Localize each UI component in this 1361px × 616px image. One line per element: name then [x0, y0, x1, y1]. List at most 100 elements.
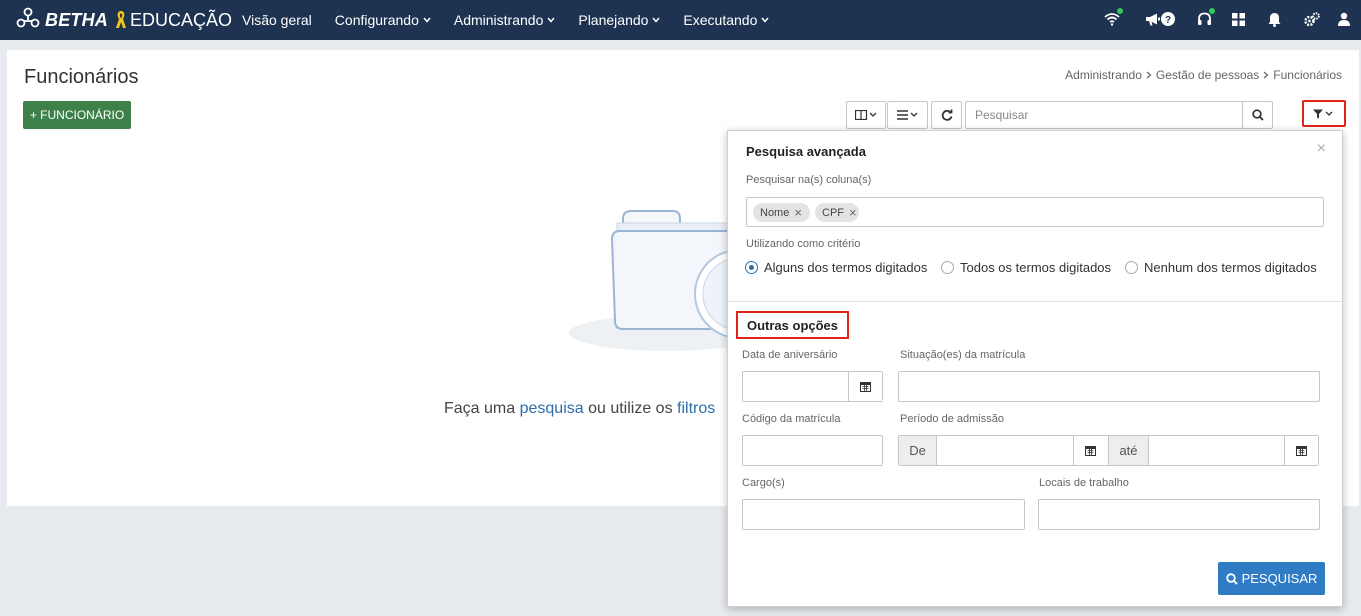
radio-circle	[941, 261, 954, 274]
to-addon: até	[1108, 436, 1149, 465]
nav-administrando[interactable]: Administrando	[454, 12, 556, 28]
apps-grid-icon[interactable]	[1229, 10, 1247, 28]
page-title: Funcionários	[24, 66, 139, 88]
search-input[interactable]	[966, 102, 1236, 128]
nav-label: Visão geral	[242, 12, 312, 28]
radio-label: Alguns dos termos digitados	[764, 260, 928, 275]
criteria-all-radio[interactable]: Todos os termos digitados	[941, 260, 1111, 275]
enrollment-code-input[interactable]	[743, 436, 882, 465]
status-dot	[1209, 8, 1215, 14]
advanced-filter-button[interactable]	[1302, 100, 1346, 127]
admission-from-input[interactable]	[938, 436, 1073, 465]
empty-state-message: Faça uma pesquisa ou utilize os filtros	[444, 400, 715, 418]
chevron-down-icon	[547, 17, 555, 23]
criteria-label: Utilizando como critério	[746, 238, 861, 250]
headset-icon[interactable]	[1195, 8, 1215, 28]
positions-input[interactable]	[743, 500, 1024, 529]
chevron-down-icon	[423, 17, 431, 23]
nav-visao-geral[interactable]: Visão geral	[242, 12, 312, 28]
chevron-down-icon	[761, 17, 769, 23]
admission-period-field: De até	[898, 435, 1319, 466]
status-dot	[1117, 8, 1123, 14]
refresh-icon	[941, 109, 952, 121]
birthday-field	[742, 371, 883, 402]
button-label: PESQUISAR	[1241, 571, 1318, 586]
nav-planejando[interactable]: Planejando	[578, 12, 660, 28]
tag-label: Nome	[760, 206, 790, 219]
svg-text:?: ?	[1165, 15, 1171, 26]
search-icon	[1225, 572, 1238, 585]
ribbon-icon	[116, 11, 126, 28]
breadcrumb-item[interactable]: Administrando	[1065, 68, 1142, 82]
calendar-icon[interactable]	[1284, 436, 1318, 465]
tag-label: CPF	[822, 206, 844, 219]
birthday-label: Data de aniversário	[742, 349, 838, 361]
nav-label: Administrando	[453, 12, 544, 28]
settings-icon[interactable]	[1303, 10, 1321, 28]
search-button[interactable]	[1242, 102, 1272, 128]
breadcrumb-item: Funcionários	[1273, 68, 1342, 82]
enrollment-status-input[interactable]	[899, 372, 1319, 401]
product-name: EDUCAÇÃO	[130, 9, 233, 30]
chevron-down-icon	[652, 17, 660, 23]
help-icon[interactable]: ?	[1159, 10, 1177, 28]
nav-label: Configurando	[334, 12, 419, 28]
workplaces-input[interactable]	[1039, 500, 1319, 529]
empty-text: ou utilize os	[583, 400, 678, 417]
filter-icon	[1313, 109, 1333, 118]
divider	[728, 301, 1342, 302]
bell-icon[interactable]	[1265, 10, 1283, 28]
positions-field	[742, 499, 1025, 530]
nav-configurando[interactable]: Configurando	[335, 12, 431, 28]
chevron-right-icon	[1263, 71, 1269, 79]
positions-label: Cargo(s)	[742, 477, 785, 489]
list-view-button[interactable]	[887, 101, 928, 129]
remove-tag-icon[interactable]: ×	[849, 205, 857, 220]
criteria-some-radio[interactable]: Alguns dos termos digitados	[745, 260, 927, 275]
list-icon	[896, 110, 917, 120]
workplaces-label: Locais de trabalho	[1039, 477, 1129, 489]
breadcrumb: Administrando Gestão de pessoas Funcioná…	[1065, 68, 1342, 82]
other-options-title: Outras opções	[736, 311, 849, 339]
advanced-search-popover: × Pesquisa avançada Pesquisar na(s) colu…	[727, 130, 1343, 607]
radio-label: Nenhum dos termos digitados	[1144, 260, 1317, 275]
criteria-none-radio[interactable]: Nenhum dos termos digitados	[1125, 260, 1317, 275]
brand-name: BETHA	[45, 9, 108, 30]
brand[interactable]: BETHA EDUCAÇÃO	[16, 0, 232, 40]
columns-label: Pesquisar na(s) coluna(s)	[746, 174, 872, 186]
columns-toggle-button[interactable]	[846, 101, 886, 129]
enrollment-code-label: Código da matrícula	[742, 413, 841, 425]
nav-label: Planejando	[578, 12, 649, 28]
calendar-icon[interactable]	[848, 372, 882, 401]
admission-period-label: Período de admissão	[900, 413, 1004, 425]
search-box	[965, 101, 1273, 129]
admission-to-input[interactable]	[1150, 436, 1284, 465]
columns-tag-input[interactable]: Nome × CPF ×	[746, 197, 1324, 227]
empty-text: Faça uma	[444, 400, 520, 417]
user-icon[interactable]	[1335, 10, 1353, 28]
filters-link[interactable]: filtros	[677, 400, 715, 417]
workplaces-field	[1038, 499, 1320, 530]
search-icon	[1251, 109, 1264, 121]
betha-logo-icon	[16, 7, 40, 28]
search-link[interactable]: pesquisa	[520, 400, 584, 417]
enrollment-status-label: Situação(es) da matrícula	[900, 349, 1026, 361]
breadcrumb-item[interactable]: Gestão de pessoas	[1156, 68, 1259, 82]
close-icon[interactable]: ×	[1317, 140, 1326, 158]
nav-executando[interactable]: Executando	[683, 12, 769, 28]
from-addon: De	[899, 436, 937, 465]
column-tag: Nome ×	[753, 203, 810, 222]
pesquisar-button[interactable]: PESQUISAR	[1218, 562, 1325, 595]
nav-label: Executando	[683, 12, 758, 28]
chevron-right-icon	[1146, 71, 1152, 79]
popover-title: Pesquisa avançada	[746, 144, 866, 159]
top-navbar: BETHA EDUCAÇÃO Visão geral Configurando …	[0, 0, 1361, 40]
remove-tag-icon[interactable]: ×	[794, 205, 802, 220]
add-funcionario-button[interactable]: + FUNCIONÁRIO	[23, 101, 131, 129]
column-tag: CPF ×	[815, 203, 859, 222]
wifi-icon[interactable]	[1103, 8, 1123, 28]
main-menu: Visão geral Configurando Administrando P…	[242, 0, 792, 40]
radio-circle	[1125, 261, 1138, 274]
calendar-icon[interactable]	[1073, 436, 1107, 465]
refresh-button[interactable]	[931, 101, 962, 129]
